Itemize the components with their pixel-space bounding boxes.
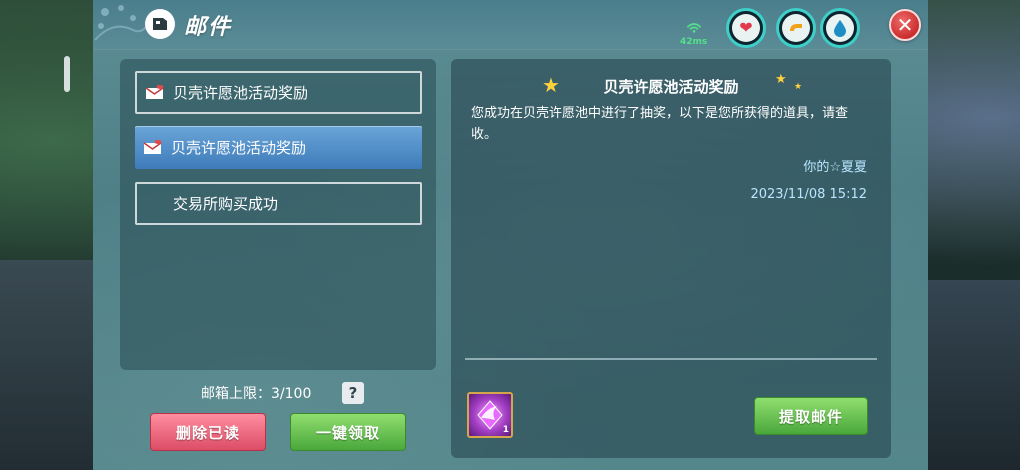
claim-all-button[interactable]: 一键领取 xyxy=(290,413,406,451)
mail-list-item[interactable]: 交易所购买成功 xyxy=(135,182,422,225)
mail-item-label: 交易所购买成功 xyxy=(173,195,279,213)
close-button[interactable]: ✕ xyxy=(889,9,921,41)
mail-list-panel: 贝壳许愿池活动奖励 贝壳许愿池活动奖励 交易所购买成功 xyxy=(120,59,436,370)
floral-decoration-icon xyxy=(94,5,152,41)
help-button[interactable]: ? xyxy=(342,382,364,404)
mail-item-label: 贝壳许愿池活动奖励 xyxy=(173,84,309,102)
mailbox-capacity: 邮箱上限：3/100 xyxy=(201,386,312,402)
divider xyxy=(465,358,877,360)
mail-date: 2023/11/08 15:12 xyxy=(750,187,867,202)
background-road-right xyxy=(925,280,1020,470)
attachment-slot[interactable]: 1 xyxy=(467,392,513,438)
mood-meter[interactable]: ❤ xyxy=(726,8,766,48)
wifi-signal-icon xyxy=(686,23,702,33)
background-road-left xyxy=(0,260,95,470)
envelope-icon xyxy=(145,84,164,99)
water-meter[interactable] xyxy=(820,8,860,48)
mail-subject: 贝壳许愿池活动奖励 xyxy=(603,78,739,96)
food-icon xyxy=(782,14,810,42)
window-header: 邮件 42ms ❤ ✕ xyxy=(93,0,928,50)
attachment-count: 1 xyxy=(502,425,509,435)
mail-list-item-selected[interactable]: 贝壳许愿池活动奖励 xyxy=(135,126,422,169)
page-title: 邮件 xyxy=(184,15,233,40)
envelope-icon xyxy=(143,139,162,154)
food-meter[interactable] xyxy=(776,8,816,48)
mail-sender: 你的☆夏夏 xyxy=(803,160,867,175)
heart-icon: ❤ xyxy=(732,14,760,42)
delete-read-button[interactable]: 删除已读 xyxy=(150,413,266,451)
close-icon: ✕ xyxy=(896,13,914,37)
extract-mail-button[interactable]: 提取邮件 xyxy=(754,397,868,435)
mail-body: 您成功在贝壳许愿池中进行了抽奖，以下是您所获得的道具，请查收。 xyxy=(471,106,849,142)
mail-list-item[interactable]: 贝壳许愿池活动奖励 xyxy=(135,71,422,114)
side-drawer-handle[interactable] xyxy=(64,56,70,92)
water-drop-icon xyxy=(826,14,854,42)
mail-detail-panel: ★ ★ ★ 贝壳许愿池活动奖励 您成功在贝壳许愿池中进行了抽奖，以下是您所获得的… xyxy=(451,59,891,458)
mail-window: 邮件 42ms ❤ ✕ 贝壳许愿池活动奖励 贝壳许愿池活动奖励 交易所购买成功 … xyxy=(93,0,928,470)
mail-item-label: 贝壳许愿池活动奖励 xyxy=(171,139,307,157)
mail-badge-icon xyxy=(145,9,175,39)
ping-value: 42ms xyxy=(680,37,708,47)
